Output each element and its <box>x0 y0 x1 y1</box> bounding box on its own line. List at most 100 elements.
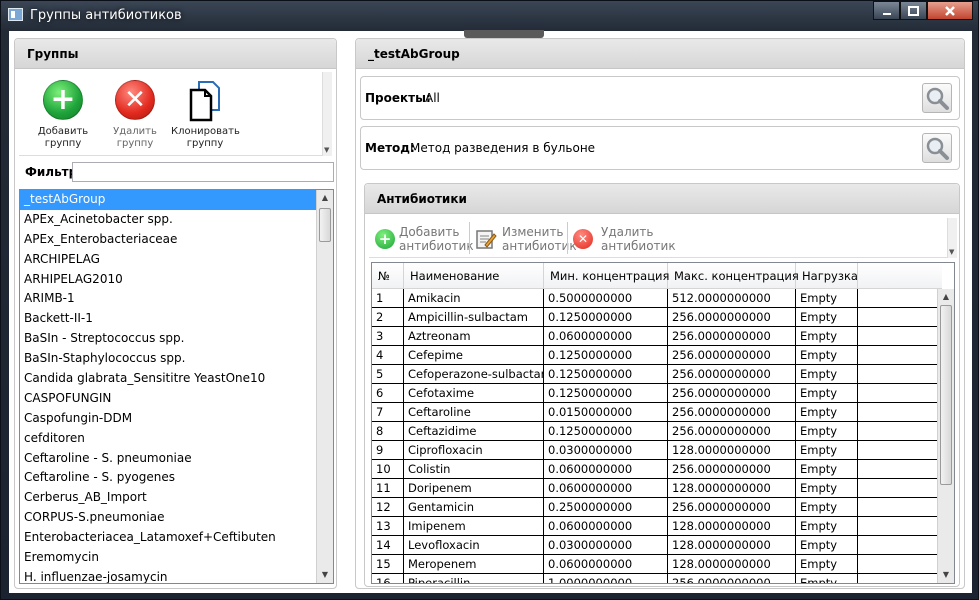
column-header-load[interactable]: Нагрузка <box>796 263 858 288</box>
list-item[interactable]: ARCHIPELAG <box>20 250 333 270</box>
title-bar[interactable]: Группы антибиотиков <box>1 1 978 31</box>
table-cell: 0.0150000000 <box>544 403 668 421</box>
list-item[interactable]: Backett-II-1 <box>20 309 333 329</box>
edit-antibiotic-button[interactable]: Изменить антибиотик <box>475 222 577 256</box>
table-row[interactable]: 16 Piperacillin 1.0000000000 256.0000000000… <box>372 574 942 583</box>
method-label: Метод: <box>365 141 415 155</box>
table-row[interactable]: 3 Aztreonam 0.0600000000 256.0000000000 Empt… <box>372 327 942 346</box>
table-cell-filler <box>858 517 942 535</box>
clone-group-button[interactable]: Клонировать группу <box>171 80 240 150</box>
add-antibiotic-button[interactable]: + Добавить антибиотик <box>375 222 474 256</box>
delete-icon: ✕ <box>573 229 593 249</box>
column-header-number[interactable]: № <box>372 263 404 288</box>
scroll-up-icon[interactable]: ▲ <box>317 190 333 206</box>
list-item[interactable]: APEx_Enterobacteriaceae <box>20 230 333 250</box>
scroll-down-icon[interactable]: ▼ <box>938 567 954 583</box>
list-item[interactable]: Cerberus_AB_Import <box>20 488 333 508</box>
list-item[interactable]: cefditoren <box>20 429 333 449</box>
list-item[interactable]: Eremomycin <box>20 548 333 568</box>
toolbar-separator <box>469 222 470 254</box>
table-cell: Empty <box>796 479 858 497</box>
projects-box: Проекты: All <box>360 76 960 120</box>
table-cell: Ampicillin-sulbactam <box>404 308 544 326</box>
delete-antibiotic-button[interactable]: ✕ Удалить антибиотик <box>573 222 676 256</box>
groups-scroll-thumb[interactable] <box>319 208 331 242</box>
list-item[interactable]: Candida glabrata_Sensititre YeastOne10 <box>20 369 333 389</box>
table-row[interactable]: 11 Doripenem 0.0600000000 128.0000000000 Emp… <box>372 479 942 498</box>
clone-icon <box>185 80 225 122</box>
close-button[interactable] <box>927 1 973 20</box>
grid-scrollbar[interactable]: ▲ ▼ <box>937 289 954 583</box>
maximize-button[interactable] <box>900 1 927 20</box>
table-row[interactable]: 9 Ciprofloxacin 0.0300000000 128.0000000000… <box>372 441 942 460</box>
list-item[interactable]: CORPUS-S.pneumoniae <box>20 508 333 528</box>
list-item[interactable]: CASPOFUNGIN <box>20 389 333 409</box>
list-item[interactable]: ARIMB-1 <box>20 289 333 309</box>
table-cell: 128.0000000000 <box>668 441 796 459</box>
table-cell: Cefoperazone-sulbactam <box>404 365 544 383</box>
table-row[interactable]: 12 Gentamicin 0.2500000000 256.0000000000 Em… <box>372 498 942 517</box>
table-cell: Empty <box>796 460 858 478</box>
table-cell: 256.0000000000 <box>668 346 796 364</box>
table-row[interactable]: 1 Amikacin 0.5000000000 512.0000000000 Empty <box>372 289 942 308</box>
table-cell-filler <box>858 479 942 497</box>
toolbar-scrollbar[interactable]: ▼ <box>947 218 957 258</box>
projects-label: Проекты: <box>365 91 431 105</box>
list-item[interactable]: BaSIn - Streptococcus spp. <box>20 329 333 349</box>
table-cell: 15 <box>372 555 404 573</box>
list-item[interactable]: _testAbGroup <box>20 190 333 210</box>
list-item[interactable]: H. influenzae-josamycin <box>20 568 333 583</box>
toolbar-scrollbar[interactable]: ▼ <box>322 72 332 156</box>
edit-antibiotic-label-1: Изменить <box>502 225 564 239</box>
table-row[interactable]: 7 Ceftaroline 0.0150000000 256.0000000000 Em… <box>372 403 942 422</box>
table-cell: 0.1250000000 <box>544 308 668 326</box>
app-window: Группы антибиотиков Группы + Добавить гр… <box>0 0 979 600</box>
add-group-button[interactable]: + Добавить группу <box>29 80 97 150</box>
delete-group-button[interactable]: ✕ Удалить группу <box>101 80 169 150</box>
list-item[interactable]: Ceftaroline - S. pyogenes <box>20 468 333 488</box>
column-header-name[interactable]: Наименование <box>404 263 544 288</box>
table-row[interactable]: 13 Imipenem 0.0600000000 128.0000000000 Empt… <box>372 517 942 536</box>
table-cell: 14 <box>372 536 404 554</box>
table-cell: Empty <box>796 384 858 402</box>
list-item[interactable]: Enterobacteriacea_Latamoxef+Ceftibuten <box>20 528 333 548</box>
antibiotics-panel: Антибиотики + Добавить антибиотик Измени… <box>364 183 960 587</box>
antibiotics-grid[interactable]: № Наименование Мин. концентрация Макс. к… <box>371 262 955 584</box>
grid-scroll-thumb[interactable] <box>940 305 952 485</box>
scroll-down-icon[interactable]: ▼ <box>317 567 333 583</box>
search-icon <box>926 87 949 110</box>
list-item[interactable]: BaSIn-Staphylococcus spp. <box>20 349 333 369</box>
add-icon: + <box>43 80 83 120</box>
method-search-button[interactable] <box>922 133 952 163</box>
table-cell-filler <box>858 403 942 421</box>
table-cell: 0.0600000000 <box>544 479 668 497</box>
list-item[interactable]: ARHIPELAG2010 <box>20 270 333 290</box>
list-item[interactable]: APEx_Acinetobacter spp. <box>20 210 333 230</box>
groups-list-scrollbar[interactable]: ▲ ▼ <box>316 190 333 583</box>
table-row[interactable]: 4 Cefepime 0.1250000000 256.0000000000 Empty <box>372 346 942 365</box>
window-title: Группы антибиотиков <box>30 8 182 23</box>
table-row[interactable]: 6 Cefotaxime 0.1250000000 256.0000000000 Emp… <box>372 384 942 403</box>
splitter-grip[interactable] <box>464 30 544 38</box>
projects-search-button[interactable] <box>922 83 952 113</box>
list-item[interactable]: Caspofungin-DDM <box>20 409 333 429</box>
groups-list[interactable]: _testAbGroup APEx_Acinetobacter spp. APEx_… <box>19 189 334 584</box>
table-cell: Empty <box>796 441 858 459</box>
table-row[interactable]: 14 Levofloxacin 0.0300000000 128.0000000000… <box>372 536 942 555</box>
scroll-up-icon[interactable]: ▲ <box>938 289 954 305</box>
table-cell: 0.1250000000 <box>544 365 668 383</box>
table-cell: Cefepime <box>404 346 544 364</box>
table-row[interactable]: 10 Colistin 0.0600000000 256.0000000000 Empt… <box>372 460 942 479</box>
table-row[interactable]: 8 Ceftazidime 0.1250000000 256.0000000000 Em… <box>372 422 942 441</box>
table-cell-filler <box>858 555 942 573</box>
minimize-button[interactable] <box>873 1 900 20</box>
table-row[interactable]: 15 Meropenem 0.0600000000 128.0000000000 Emp… <box>372 555 942 574</box>
table-row[interactable]: 5 Cefoperazone-sulbactam 0.1250000000 256.0… <box>372 365 942 384</box>
column-header-min[interactable]: Мин. концентрация <box>544 263 669 288</box>
filter-input[interactable] <box>72 162 334 182</box>
table-row[interactable]: 2 Ampicillin-sulbactam 0.1250000000 256.000… <box>372 308 942 327</box>
column-header-filler <box>858 263 942 288</box>
column-header-max[interactable]: Макс. концентрация <box>668 263 799 288</box>
list-item[interactable]: Ceftaroline - S. pneumoniae <box>20 449 333 469</box>
table-cell: Doripenem <box>404 479 544 497</box>
